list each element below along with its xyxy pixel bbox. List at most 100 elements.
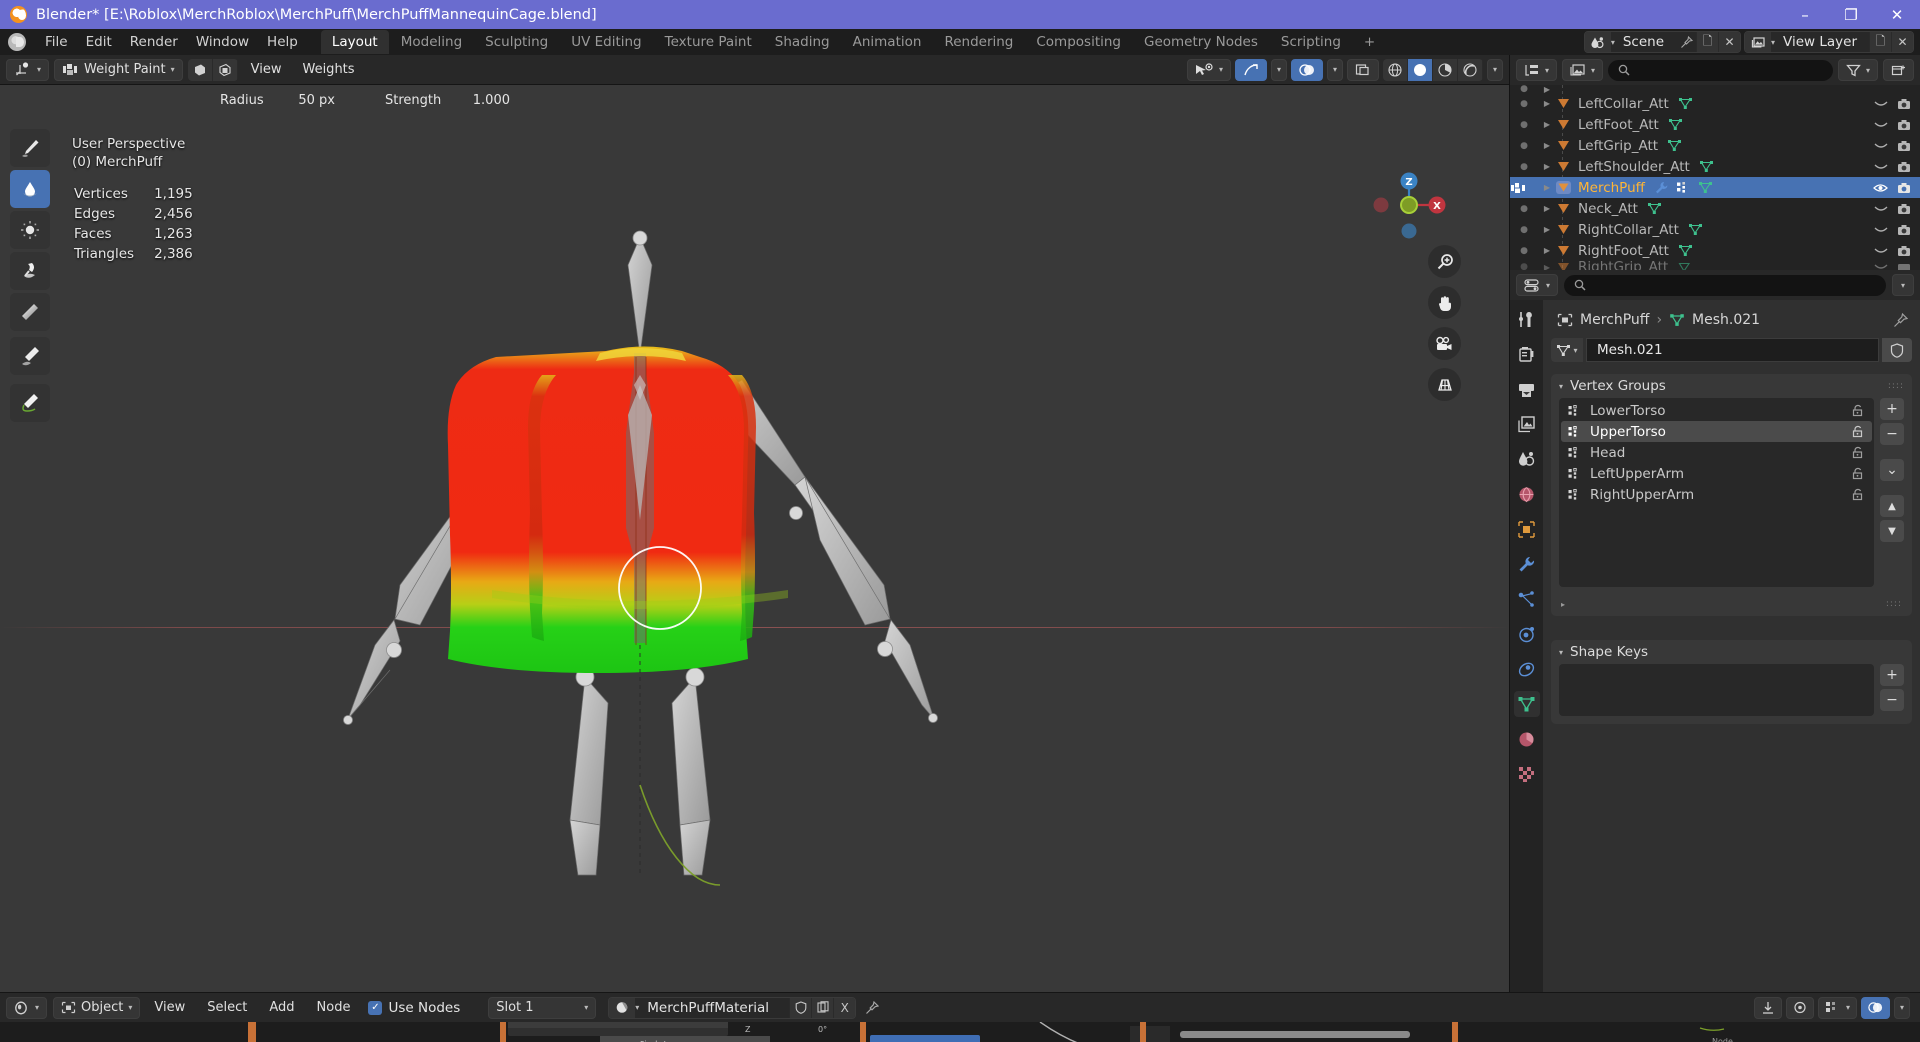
use-nodes-checkbox[interactable]: ✓ [368, 1000, 383, 1015]
render-visibility-icon[interactable] [1897, 224, 1911, 236]
menu-render[interactable]: Render [121, 31, 187, 53]
outliner-row[interactable]: ● ▶ LeftGrip_Att [1510, 135, 1920, 156]
restrict-dot[interactable]: ● [1510, 141, 1538, 151]
overlays-dropdown[interactable]: ▾ [1326, 58, 1343, 81]
expand-triangle-icon[interactable]: ▶ [1538, 99, 1556, 108]
lock-icon[interactable] [1851, 425, 1865, 438]
render-visibility-icon[interactable] [1897, 140, 1911, 152]
shader-menu-add[interactable]: Add [261, 997, 302, 1019]
data-tab[interactable] [1513, 691, 1540, 717]
outliner-row-merchpuff[interactable]: ▶ MerchPuff [1510, 177, 1920, 198]
shape-keys-header[interactable]: ▾ Shape Keys [1551, 640, 1912, 664]
new-material-icon[interactable] [811, 997, 834, 1018]
modifier-tab[interactable] [1514, 551, 1540, 577]
expand-triangle-icon[interactable]: ▶ [1538, 204, 1556, 213]
tab-compositing[interactable]: Compositing [1025, 30, 1132, 54]
texture-tab[interactable] [1514, 761, 1540, 787]
outliner-row[interactable]: ● ▶ RightCollar_Att [1510, 219, 1920, 240]
outliner-row[interactable]: ● ▶ RightFoot_Att [1510, 240, 1920, 261]
outliner-row[interactable]: ● ▶ LeftCollar_Att [1510, 93, 1920, 114]
shader-node-canvas[interactable]: Z 0° Single Image Node [0, 1022, 1920, 1042]
breadcrumb-data[interactable]: Mesh.021 [1692, 312, 1760, 328]
restrict-dot[interactable]: ● [1510, 99, 1538, 109]
expand-triangle-icon[interactable]: ▶ [1538, 162, 1556, 171]
snap-icon[interactable] [1753, 996, 1782, 1019]
properties-options-button[interactable]: ▾ [1891, 274, 1914, 296]
move-vertex-group-up-button[interactable]: ▲ [1880, 495, 1904, 517]
world-tab[interactable] [1514, 481, 1540, 507]
eye-icon[interactable] [1873, 183, 1888, 193]
smear-brush-tool[interactable] [10, 252, 50, 290]
expand-triangle-icon[interactable]: ▶ [1538, 263, 1556, 271]
vertex-select-icon[interactable] [187, 58, 213, 81]
hide-icon[interactable] [1874, 247, 1888, 255]
new-collection-icon[interactable] [1883, 59, 1914, 81]
proportional-edit-icon[interactable] [1785, 996, 1814, 1019]
remove-vertex-group-button[interactable]: − [1880, 423, 1904, 445]
output-tab[interactable] [1514, 376, 1540, 402]
scene-tab[interactable] [1514, 446, 1540, 472]
navigation-gizmo[interactable]: Z X [1369, 165, 1449, 245]
view-layer-tab[interactable] [1514, 411, 1540, 437]
expand-triangle-icon[interactable]: ▶ [1538, 225, 1556, 234]
expand-triangle-icon[interactable]: ▶ [1538, 120, 1556, 129]
fake-user-icon[interactable] [1882, 338, 1912, 362]
unlink-icon[interactable]: ✕ [1718, 32, 1741, 52]
snap-grid-icon[interactable]: ▾ [1817, 996, 1857, 1019]
restrict-dot[interactable]: ● [1510, 225, 1538, 235]
pin-icon[interactable] [1676, 35, 1696, 49]
blur-brush-tool[interactable] [10, 170, 50, 208]
outliner-row[interactable]: ● ▶ LeftFoot_Att [1510, 114, 1920, 135]
material-tab[interactable] [1514, 726, 1540, 752]
filter-icon[interactable]: ▾ [1837, 59, 1878, 81]
tab-geometry-nodes[interactable]: Geometry Nodes [1133, 30, 1269, 54]
expand-triangle-icon[interactable]: ▶ [1538, 246, 1556, 255]
tab-shading[interactable]: Shading [764, 30, 841, 54]
visibility-selectability-icon[interactable]: ▾ [1186, 58, 1231, 81]
restrict-dot[interactable]: ● [1510, 204, 1538, 214]
restrict-dot[interactable]: ● [1510, 246, 1538, 256]
maximize-button[interactable]: ❐ [1828, 0, 1874, 29]
xray-toggle[interactable] [1346, 58, 1379, 81]
outliner-row-partial[interactable]: ● ▶ [1510, 85, 1920, 93]
properties-search-input[interactable] [1564, 274, 1886, 296]
shader-menu-select[interactable]: Select [199, 997, 255, 1019]
close-button[interactable]: ✕ [1874, 0, 1920, 29]
shader-editor-icon[interactable]: ▾ [6, 996, 48, 1019]
material-selector[interactable]: ▾ MerchPuffMaterial X [608, 996, 857, 1019]
add-workspace-button[interactable]: + [1353, 30, 1386, 54]
restrict-dot[interactable]: ● [1510, 262, 1538, 270]
expand-weights-triangle-icon[interactable]: ▸ [1561, 600, 1565, 609]
overlay-icon[interactable] [1860, 996, 1890, 1019]
tab-layout[interactable]: Layout [320, 30, 389, 54]
sample-weight-tool[interactable] [10, 337, 50, 375]
outliner-row[interactable]: ● ▶ LeftShoulder_Att [1510, 156, 1920, 177]
gradient-tool[interactable] [10, 293, 50, 331]
render-visibility-icon[interactable] [1897, 98, 1911, 110]
hide-icon[interactable] [1874, 121, 1888, 129]
vertex-group-row-selected[interactable]: UpperTorso [1561, 421, 1872, 442]
remove-shape-key-button[interactable]: − [1880, 689, 1904, 711]
shader-menu-node[interactable]: Node [309, 997, 359, 1019]
breadcrumb-object[interactable]: MerchPuff [1580, 312, 1649, 328]
render-visibility-icon[interactable] [1897, 182, 1911, 194]
material-slot-selector[interactable]: Slot 1 ▾ [488, 996, 597, 1019]
blender-app-icon[interactable] [8, 33, 26, 51]
lock-icon[interactable] [1851, 446, 1865, 459]
vertex-group-row[interactable]: Head [1561, 442, 1872, 463]
render-visibility-icon[interactable] [1897, 245, 1911, 257]
shader-type-selector[interactable]: Object ▾ [53, 996, 141, 1019]
expand-triangle-icon[interactable]: ▶ [1538, 141, 1556, 150]
add-vertex-group-button[interactable]: + [1880, 398, 1904, 420]
tab-animation[interactable]: Animation [842, 30, 933, 54]
hide-icon[interactable] [1874, 226, 1888, 234]
new-layer-icon[interactable]: 🗋 [1869, 32, 1891, 52]
unlink-material-button[interactable]: X [833, 997, 856, 1018]
overlays-toggle[interactable] [1290, 58, 1323, 81]
viewport-3d-canvas[interactable]: User Perspective (0) MerchPuff Vertices 1… [0, 85, 1509, 992]
tab-texture-paint[interactable]: Texture Paint [654, 30, 763, 54]
constraints-tab[interactable] [1514, 656, 1540, 682]
gizmo-dropdown[interactable]: ▾ [1270, 58, 1287, 81]
face-select-icon[interactable] [212, 58, 238, 81]
view-layer-selector[interactable]: ▾ View Layer 🗋 ✕ [1744, 31, 1914, 53]
